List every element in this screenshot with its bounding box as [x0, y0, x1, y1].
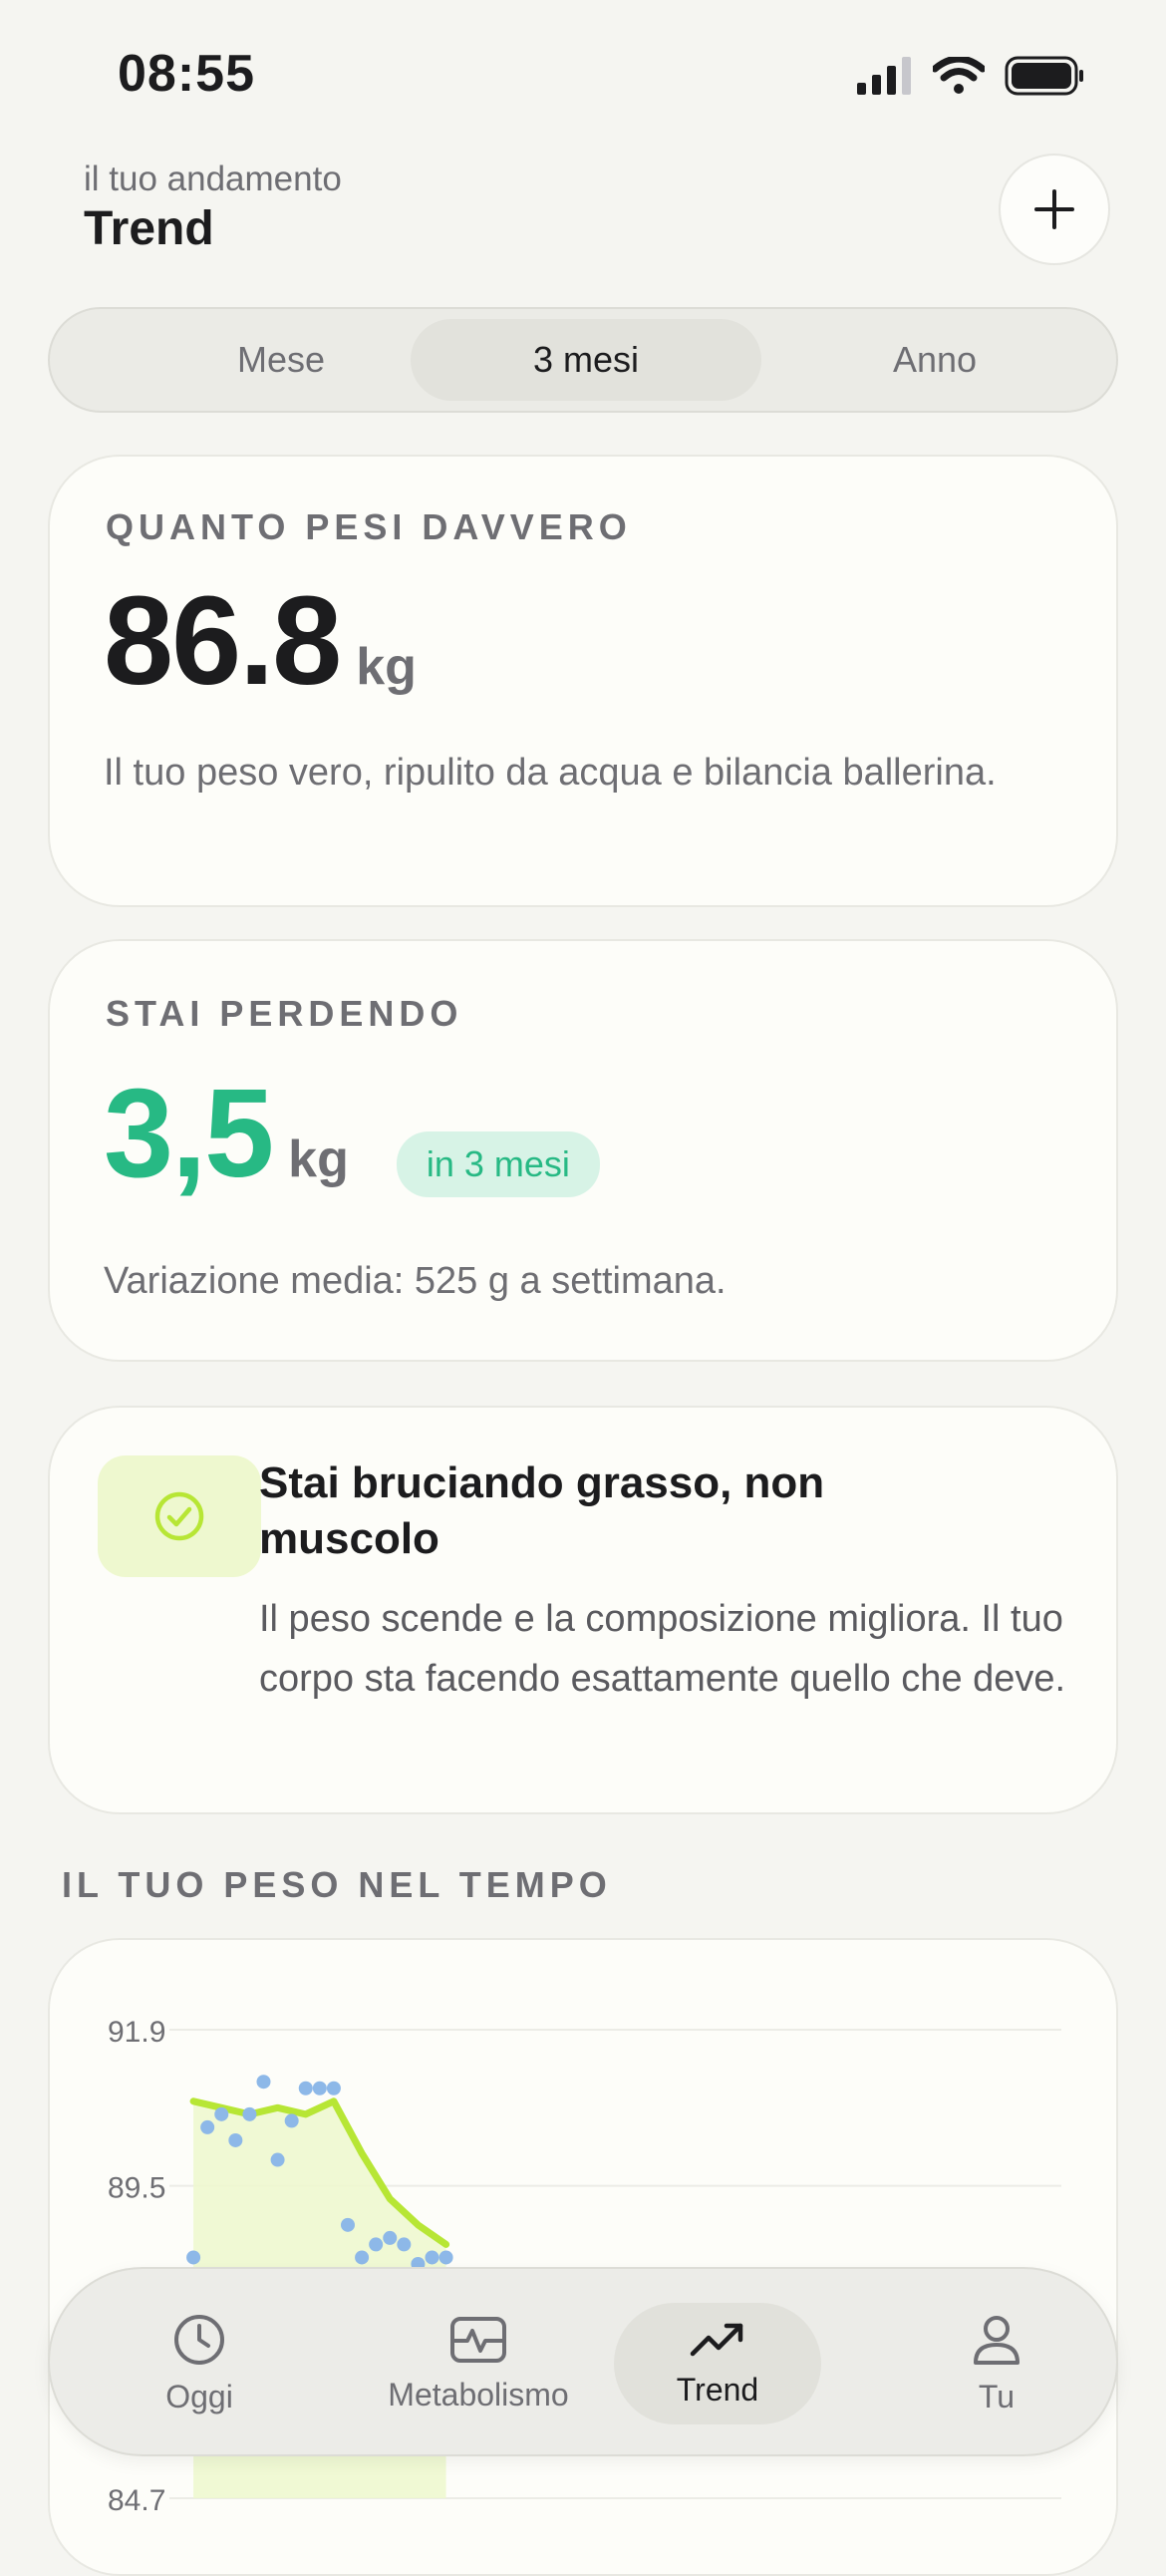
- status-bar: 08:55: [0, 0, 1166, 140]
- user-icon: [974, 2315, 1020, 2365]
- segment-month[interactable]: Mese: [106, 319, 456, 401]
- header-subtitle: il tuo andamento: [84, 160, 342, 198]
- y-tick-label: 84.7: [108, 2484, 165, 2517]
- segment-3-months[interactable]: 3 mesi: [411, 319, 761, 401]
- weight-point: [312, 2081, 327, 2095]
- segment-year[interactable]: Anno: [759, 319, 1110, 401]
- clock-icon: [174, 2314, 224, 2365]
- period-badge: in 3 mesi: [396, 1131, 600, 1197]
- page-title: Trend: [84, 202, 214, 255]
- weight-point: [341, 2217, 355, 2232]
- tab-trend[interactable]: Trend: [618, 2269, 817, 2458]
- weight-point: [383, 2230, 398, 2245]
- add-entry-button[interactable]: [999, 154, 1110, 265]
- weight-point: [242, 2106, 257, 2121]
- battery-icon: [1005, 56, 1083, 96]
- tab-metabolismo-label: Metabolismo: [388, 2376, 569, 2413]
- weight-point: [270, 2152, 285, 2167]
- weight-point: [228, 2132, 243, 2147]
- insight-icon-badge: [98, 1455, 261, 1577]
- trend-icon: [690, 2323, 743, 2356]
- insight-body: Il peso scende e la composizione miglior…: [259, 1598, 1066, 1700]
- tab-trend-label: Trend: [676, 2371, 759, 2408]
- insight-title: Stai bruciando grasso, non muscolo: [259, 1458, 825, 1563]
- tab-oggi[interactable]: Oggi: [120, 2269, 279, 2458]
- status-icons: [857, 56, 1086, 96]
- weight-chart-card: 91.9 89.5 84.7: [48, 1938, 1118, 2576]
- weight-chart: 91.9 89.5 84.7: [108, 2016, 1061, 2517]
- tab-oggi-label: Oggi: [165, 2378, 233, 2415]
- true-weight-value: 86.8: [104, 570, 342, 711]
- weight-point: [369, 2237, 384, 2252]
- tab-metabolismo[interactable]: Metabolismo: [349, 2269, 608, 2458]
- weight-loss-card: STAI PERDENDO 3,5 kg in 3 mesi Variazion…: [48, 939, 1118, 1362]
- weight-point: [256, 2075, 271, 2090]
- insight-card: Stai bruciando grasso, non muscolo Il pe…: [48, 1406, 1118, 1814]
- pulse-icon: [450, 2316, 506, 2363]
- tab-tu[interactable]: Tu: [927, 2269, 1066, 2458]
- true-weight-value-row: 86.8 kg: [104, 568, 417, 713]
- true-weight-card: QUANTO PESI DAVVERO 86.8 kg Il tuo peso …: [48, 455, 1118, 907]
- weight-loss-eyebrow: STAI PERDENDO: [106, 993, 463, 1034]
- true-weight-unit: kg: [356, 638, 417, 696]
- weight-loss-value: 3,5: [104, 1063, 274, 1203]
- check-circle-icon: [154, 1491, 204, 1541]
- weight-point: [298, 2081, 313, 2095]
- period-selector: Mese 3 mesi Anno: [48, 307, 1118, 413]
- true-weight-description: Il tuo peso vero, ripulito da acqua e bi…: [104, 752, 997, 794]
- wifi-icon: [933, 57, 985, 94]
- weight-point: [284, 2113, 299, 2128]
- weight-loss-value-row: 3,5 kg in 3 mesi: [104, 1061, 600, 1205]
- weight-point: [355, 2250, 370, 2265]
- weight-point: [200, 2119, 215, 2134]
- y-tick-label: 89.5: [108, 2172, 165, 2205]
- section-weight-over-time: IL TUO PESO NEL TEMPO: [62, 1864, 612, 1905]
- tab-tu-label: Tu: [978, 2378, 1016, 2415]
- weight-point: [438, 2250, 453, 2265]
- weight-point: [397, 2237, 412, 2252]
- weight-loss-note: Variazione media: 525 g a settimana.: [104, 1260, 727, 1302]
- weight-point: [214, 2106, 229, 2121]
- tab-bar: Oggi Metabolismo Trend Tu: [48, 2267, 1118, 2456]
- y-tick-label: 91.9: [108, 2016, 165, 2049]
- status-time: 08:55: [118, 45, 255, 103]
- weight-point: [326, 2081, 341, 2095]
- plus-icon: [1034, 189, 1074, 229]
- true-weight-eyebrow: QUANTO PESI DAVVERO: [106, 506, 632, 547]
- signal-icon: [857, 57, 911, 95]
- weight-point: [425, 2250, 439, 2265]
- weight-loss-unit: kg: [288, 1130, 349, 1188]
- weight-point: [186, 2250, 201, 2265]
